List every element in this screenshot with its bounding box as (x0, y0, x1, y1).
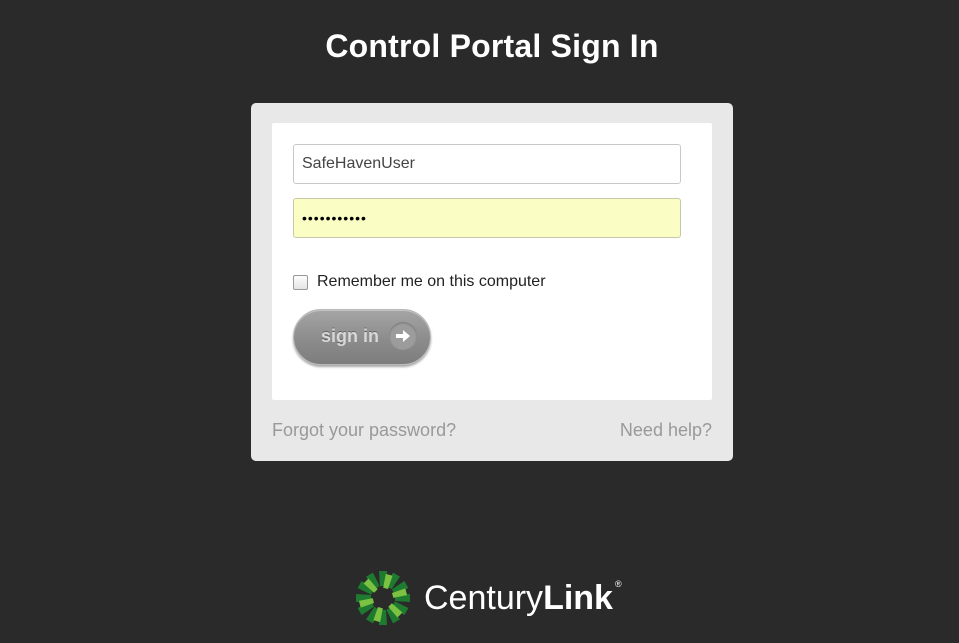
need-help-link[interactable]: Need help? (620, 420, 712, 441)
sign-in-card: Remember me on this computer sign in For… (251, 103, 733, 461)
brand-name-light: Century (424, 578, 544, 617)
username-field[interactable] (293, 144, 681, 184)
centurylink-wordmark: CenturyLink ® (424, 579, 622, 618)
remember-me-label: Remember me on this computer (317, 273, 546, 290)
brand-name-bold: Link (543, 578, 613, 617)
centurylink-burst-icon (354, 569, 412, 627)
centurylink-logo: CenturyLink ® (354, 569, 622, 627)
remember-me-checkbox[interactable] (293, 274, 308, 290)
sign-in-form: Remember me on this computer sign in (272, 123, 712, 400)
sign-in-button[interactable]: sign in (293, 309, 431, 365)
arrow-right-icon (389, 322, 417, 350)
password-field[interactable] (293, 198, 681, 238)
registered-mark: ® (614, 578, 622, 589)
remember-me-row: Remember me on this computer (293, 273, 546, 291)
forgot-password-link[interactable]: Forgot your password? (272, 420, 456, 441)
sign-in-button-label: sign in (321, 326, 379, 346)
page-title: Control Portal Sign In (325, 28, 659, 64)
